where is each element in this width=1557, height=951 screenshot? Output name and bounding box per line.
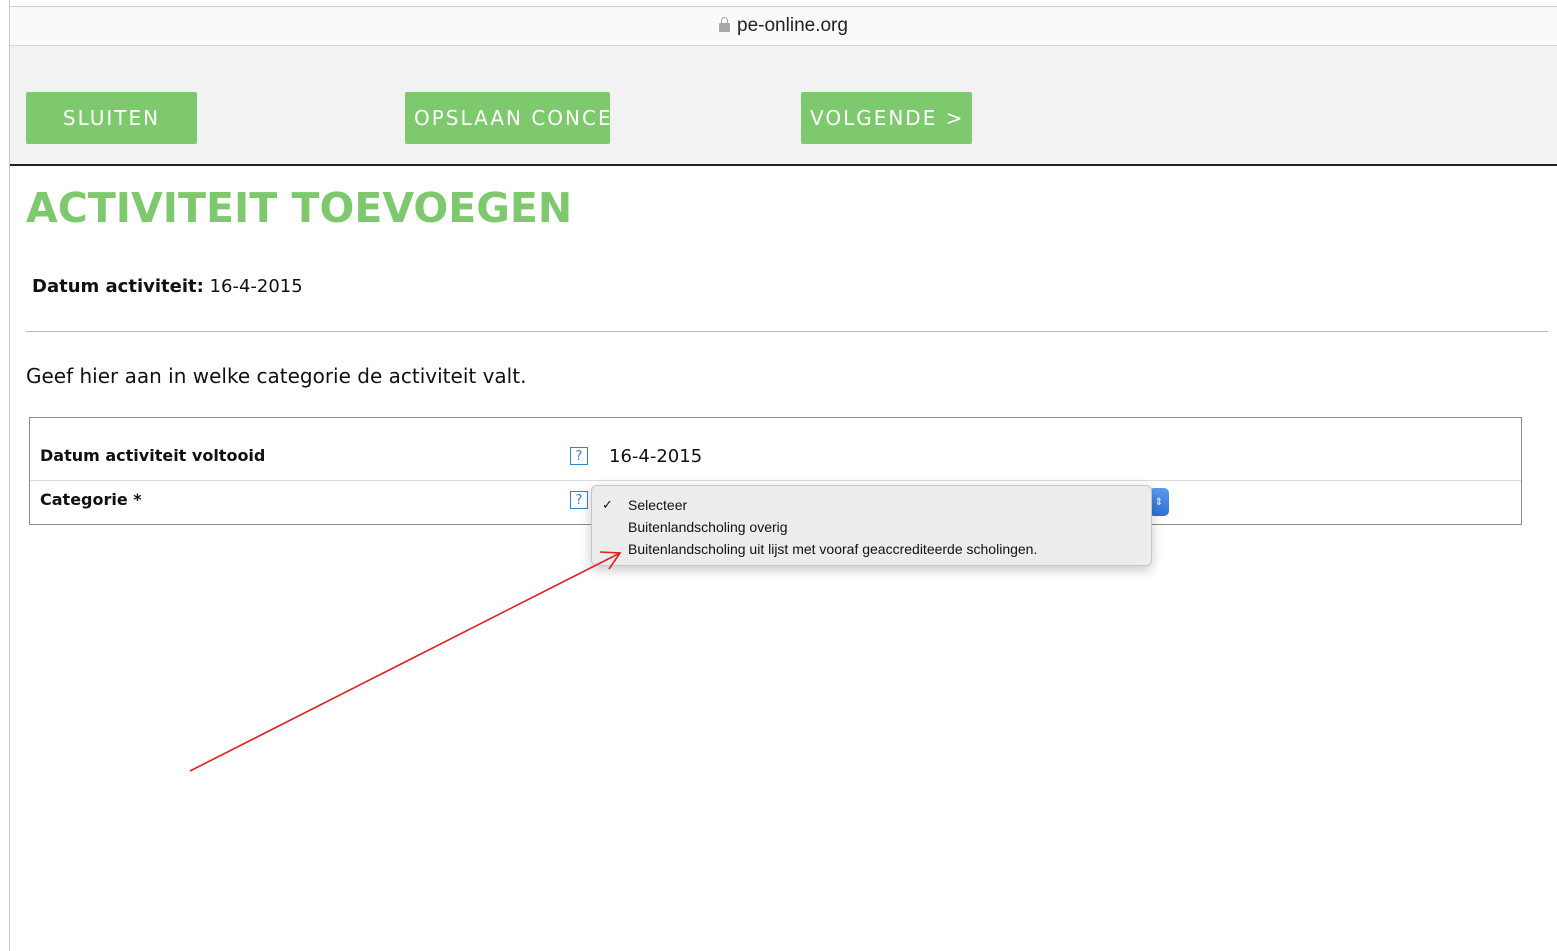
annotation-arrow — [189, 551, 622, 772]
annotation-arrow-line — [189, 552, 621, 772]
